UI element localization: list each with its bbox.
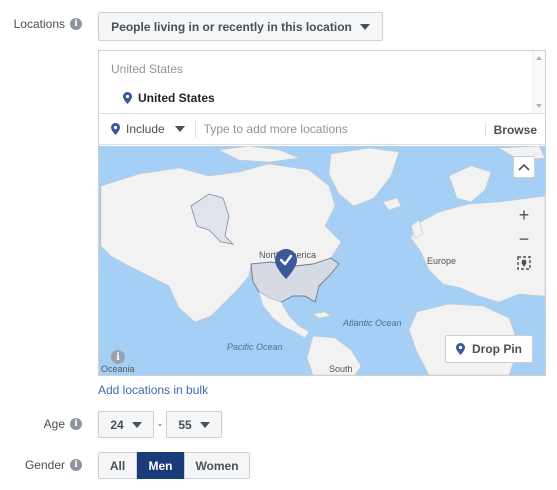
caret-down-icon: [174, 126, 185, 132]
location-type-label: People living in or recently in this loc…: [111, 19, 352, 34]
age-max-value: 55: [178, 417, 192, 432]
collapse-map-button[interactable]: [513, 156, 535, 178]
include-label: Include: [126, 122, 165, 136]
map-label-south: South: [329, 364, 353, 374]
location-pin-icon: [456, 343, 465, 355]
caret-down-icon: [199, 421, 210, 428]
location-search-input[interactable]: [203, 122, 474, 136]
map-label-atlantic: Atlantic Ocean: [343, 318, 402, 328]
browse-button[interactable]: Browse: [484, 123, 537, 137]
map-label-pacific: Pacific Ocean: [227, 342, 283, 352]
locations-label: Locations i: [14, 17, 82, 31]
add-locations-bulk-link[interactable]: Add locations in bulk: [98, 383, 208, 397]
gender-men-button[interactable]: Men: [137, 452, 184, 479]
location-type-dropdown[interactable]: People living in or recently in this loc…: [98, 12, 383, 41]
location-search-row: Include Browse: [99, 114, 545, 145]
age-min-dropdown[interactable]: 24: [98, 411, 154, 438]
locations-label-text: Locations: [13, 17, 65, 31]
chevron-up-icon: [518, 163, 530, 171]
age-label: Age i: [44, 417, 82, 431]
map-marker-icon[interactable]: [275, 249, 297, 279]
gender-women-button[interactable]: Women: [184, 452, 250, 479]
zoom-in-button[interactable]: +: [513, 204, 535, 226]
zoom-out-button[interactable]: −: [513, 228, 535, 250]
info-icon[interactable]: i: [70, 459, 82, 471]
scroll-up-icon[interactable]: [536, 56, 542, 60]
gender-all-button[interactable]: All: [98, 452, 137, 479]
location-pin-icon: [111, 123, 120, 135]
locate-icon: [517, 256, 531, 270]
country-group-header: United States: [111, 62, 184, 76]
gender-label-text: Gender: [24, 458, 65, 472]
selected-location[interactable]: United States: [123, 91, 215, 105]
locate-button[interactable]: [513, 252, 535, 274]
location-list: United States United States: [99, 51, 545, 114]
age-label-text: Age: [43, 417, 65, 431]
scroll-down-icon[interactable]: [536, 104, 542, 108]
location-box: United States United States Include Brow…: [98, 50, 546, 376]
location-pin-icon: [123, 92, 132, 104]
age-min-value: 24: [110, 417, 124, 432]
map-label-europe: Europe: [427, 256, 457, 266]
include-dropdown[interactable]: Include: [111, 122, 185, 136]
info-icon[interactable]: i: [70, 18, 82, 30]
age-max-dropdown[interactable]: 55: [166, 411, 222, 438]
selected-location-label: United States: [138, 91, 215, 105]
caret-down-icon: [131, 421, 142, 428]
gender-label: Gender i: [25, 458, 82, 472]
map-label-oceania: Oceania: [101, 364, 135, 374]
map-info-icon[interactable]: i: [111, 350, 125, 364]
location-map[interactable]: North America Europe Atlantic Ocean Paci…: [99, 146, 545, 375]
divider: [194, 120, 196, 138]
caret-down-icon: [359, 23, 370, 30]
age-separator: -: [158, 417, 162, 431]
info-icon[interactable]: i: [70, 418, 82, 430]
drop-pin-label: Drop Pin: [472, 342, 522, 356]
list-scrollbar[interactable]: [532, 51, 545, 113]
drop-pin-button[interactable]: Drop Pin: [445, 335, 533, 363]
